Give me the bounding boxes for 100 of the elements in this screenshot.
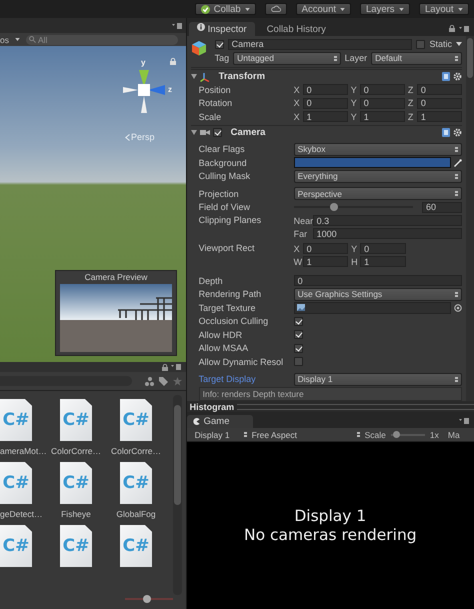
component-title: Transform	[218, 71, 266, 82]
axis-label: Z	[408, 84, 414, 95]
number-field[interactable]: 0	[294, 275, 462, 286]
caret-icon[interactable]	[456, 42, 462, 46]
dropdown-button[interactable]: Account	[296, 3, 351, 15]
number-field[interactable]: 1	[302, 111, 348, 122]
static-checkbox[interactable]	[416, 40, 426, 48]
file-name: Fisheye	[61, 509, 91, 519]
file-name: ColorCorre…	[110, 446, 162, 456]
game-tab[interactable]: Game	[186, 415, 253, 428]
property-label: Scale	[198, 112, 222, 122]
aspect-dropdown[interactable]: Free Aspect	[252, 430, 360, 440]
cloud-button[interactable]	[264, 3, 287, 15]
dropdown[interactable]: Use Graphics Settings	[294, 288, 462, 301]
gizmos-menu[interactable]: os	[0, 34, 9, 44]
orientation-gizmo[interactable]	[122, 68, 166, 114]
lock-icon[interactable]	[449, 25, 455, 32]
file-name: ColorCorre…	[50, 446, 102, 456]
number-field[interactable]: 0	[302, 84, 348, 96]
panel-tab[interactable]: Inspector	[188, 22, 255, 36]
dropdown[interactable]: Everything	[294, 170, 462, 183]
number-field[interactable]: 0	[360, 98, 405, 109]
property-label: Allow HDR	[198, 330, 244, 340]
number-field[interactable]: 1	[416, 111, 462, 122]
axis-label: X	[294, 98, 300, 108]
property-label: Target Texture	[198, 302, 256, 313]
scene-view[interactable]: y z Persp Camera Preview	[0, 46, 186, 362]
panel-tab[interactable]: Collab History	[258, 22, 334, 36]
dropdown-button[interactable]: Layers	[360, 3, 410, 15]
scrollbar[interactable]	[466, 36, 474, 401]
foldout-arrow[interactable]	[190, 74, 197, 79]
caret-icon[interactable]	[14, 38, 20, 41]
number-field[interactable]: 1	[360, 256, 406, 267]
cube-icon	[190, 40, 207, 56]
color-field[interactable]	[294, 157, 451, 168]
panel-menu-icon[interactable]	[170, 364, 181, 370]
panel-menu-icon[interactable]	[172, 22, 182, 28]
object-field[interactable]	[294, 302, 451, 314]
property-label: Clear Flags	[198, 144, 246, 154]
toolbar-button[interactable]: Ma	[448, 430, 460, 440]
star-icon[interactable]	[172, 376, 182, 386]
caret-icon	[340, 8, 345, 10]
number-field[interactable]: 0	[302, 98, 348, 109]
number-field[interactable]: 0	[416, 84, 462, 96]
number-field[interactable]: 0	[360, 243, 406, 254]
dropdown-button[interactable]: Layout	[419, 3, 469, 15]
pacman-icon	[192, 418, 200, 425]
histogram-title: Histogram	[190, 402, 234, 412]
number-field[interactable]: 0	[416, 98, 462, 109]
slider-thumb[interactable]	[330, 203, 338, 212]
number-field[interactable]: 0	[302, 243, 348, 254]
search-field[interactable]: All	[26, 34, 178, 44]
display-dropdown[interactable]: Display 1	[194, 430, 247, 440]
preview-title: Camera Preview	[84, 271, 148, 284]
caret-icon	[399, 8, 404, 10]
file-name: ameraMot…	[0, 446, 47, 456]
scrollbar[interactable]	[173, 395, 182, 595]
property-label: Target Display	[198, 374, 257, 384]
property-label: Projection	[198, 188, 240, 199]
dropdown[interactable]: Skybox	[294, 142, 462, 156]
slider-thumb[interactable]	[142, 595, 151, 603]
axis-label: X	[294, 84, 300, 95]
checkbox[interactable]	[294, 316, 303, 326]
active-checkbox[interactable]	[214, 40, 224, 48]
caret-icon	[458, 8, 463, 10]
number-field[interactable]: 0	[360, 84, 405, 96]
number-field[interactable]: 1000	[312, 228, 462, 239]
number-field[interactable]: 0.3	[312, 215, 462, 226]
lock-icon[interactable]	[170, 58, 176, 65]
panel-menu-icon[interactable]	[459, 26, 469, 32]
hierarchy-icon[interactable]	[144, 376, 154, 386]
number-field[interactable]: 60	[422, 202, 462, 213]
checkbox[interactable]	[294, 344, 303, 353]
number-field[interactable]: 1	[360, 111, 405, 122]
number-field[interactable]: 1	[302, 256, 348, 267]
lock-icon[interactable]	[162, 364, 168, 370]
axis-label: Y	[350, 112, 357, 122]
axis-label: Y	[351, 244, 358, 254]
eyedropper-icon[interactable]	[454, 158, 462, 167]
axis-label: y	[141, 58, 146, 67]
collab-button[interactable]: Collab	[194, 3, 256, 15]
help-book-icon[interactable]	[442, 128, 450, 136]
layer-dropdown[interactable]: Default	[371, 52, 462, 64]
tag-icon[interactable]	[158, 376, 168, 386]
chevron-icon	[125, 134, 130, 140]
cloud-icon	[270, 5, 281, 13]
property-label: Depth	[198, 276, 224, 286]
dropdown[interactable]: Display 1	[294, 372, 462, 386]
name-field[interactable]: Camera	[228, 38, 412, 50]
checkbox[interactable]	[294, 357, 303, 366]
gear-icon[interactable]	[453, 128, 462, 136]
enabled-checkbox[interactable]	[212, 128, 222, 136]
axis-label: Y	[350, 84, 357, 95]
property-label: Occlusion Culling	[198, 316, 270, 326]
gear-icon[interactable]	[453, 72, 462, 81]
panel-menu-icon[interactable]	[459, 418, 469, 424]
checkbox[interactable]	[294, 330, 303, 340]
dropdown[interactable]: Perspective	[294, 187, 462, 200]
target-icon[interactable]	[454, 304, 462, 312]
tag-dropdown[interactable]: Untagged	[233, 52, 341, 64]
